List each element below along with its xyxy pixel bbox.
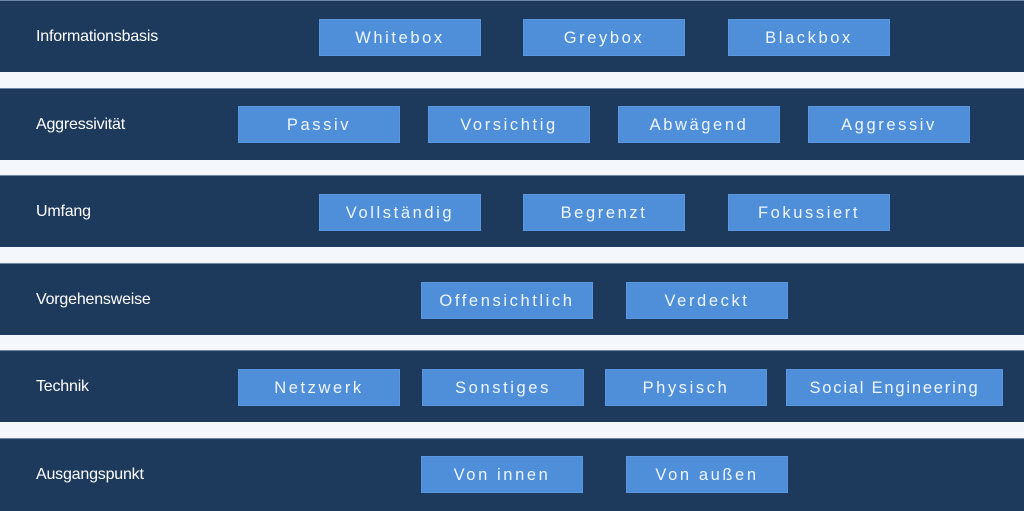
row-technik: Technik Netzwerk Sonstiges Physisch Soci…	[0, 350, 1024, 422]
option-von-aussen[interactable]: Von außen	[626, 456, 788, 493]
row-ausgangspunkt: Ausgangspunkt Von innen Von außen	[0, 438, 1024, 511]
option-aggressiv[interactable]: Aggressiv	[808, 106, 970, 143]
option-verdeckt[interactable]: Verdeckt	[626, 282, 788, 319]
option-vollstaendig[interactable]: Vollständig	[319, 194, 481, 231]
row-label: Ausgangspunkt	[36, 466, 144, 483]
option-greybox[interactable]: Greybox	[523, 19, 685, 56]
row-label: Informationsbasis	[36, 28, 158, 45]
row-vorgehensweise: Vorgehensweise Offensichtlich Verdeckt	[0, 263, 1024, 335]
option-fokussiert[interactable]: Fokussiert	[728, 194, 890, 231]
option-abwaegend[interactable]: Abwägend	[618, 106, 780, 143]
option-blackbox[interactable]: Blackbox	[728, 19, 890, 56]
row-aggressivitaet: Aggressivität Passiv Vorsichtig Abwägend…	[0, 88, 1024, 160]
row-label: Aggressivität	[36, 116, 125, 133]
option-passiv[interactable]: Passiv	[238, 106, 400, 143]
option-sonstiges[interactable]: Sonstiges	[422, 369, 584, 406]
option-von-innen[interactable]: Von innen	[421, 456, 583, 493]
row-label: Technik	[36, 378, 89, 395]
row-informationsbasis: Informationsbasis Whitebox Greybox Black…	[0, 0, 1024, 72]
row-label: Umfang	[36, 203, 91, 220]
option-begrenzt[interactable]: Begrenzt	[523, 194, 685, 231]
option-whitebox[interactable]: Whitebox	[319, 19, 481, 56]
option-netzwerk[interactable]: Netzwerk	[238, 369, 400, 406]
option-offensichtlich[interactable]: Offensichtlich	[421, 282, 593, 319]
row-label: Vorgehensweise	[36, 291, 151, 308]
option-vorsichtig[interactable]: Vorsichtig	[428, 106, 590, 143]
option-physisch[interactable]: Physisch	[605, 369, 767, 406]
option-social-engineering[interactable]: Social Engineering	[786, 369, 1003, 406]
row-umfang: Umfang Vollständig Begrenzt Fokussiert	[0, 175, 1024, 247]
